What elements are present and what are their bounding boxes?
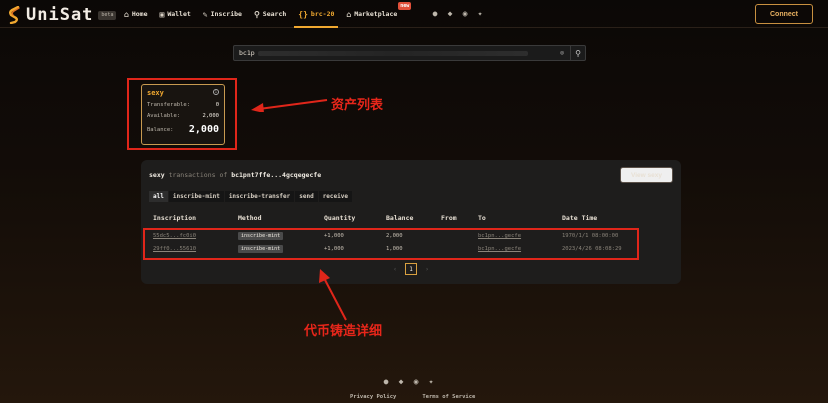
- tab-inscribe-transfer[interactable]: inscribe-transfer: [224, 191, 295, 202]
- discord-icon[interactable]: ◉: [411, 377, 421, 387]
- discord-icon[interactable]: ◉: [460, 9, 470, 19]
- github-icon[interactable]: ●: [381, 377, 391, 387]
- tab-receive[interactable]: receive: [318, 191, 352, 202]
- annotation-box-transactions: [143, 228, 639, 260]
- col-balance: Balance: [386, 214, 414, 222]
- balance-value: 2,000: [188, 124, 219, 135]
- nav-marketplace[interactable]: ⌂ Marketplace new: [346, 0, 412, 28]
- search-icon: ⚲: [253, 9, 260, 19]
- nav-inscribe[interactable]: ✎ Inscribe: [203, 0, 242, 28]
- marketplace-icon: ⌂: [346, 9, 352, 19]
- pagination: ‹ 1 ›: [389, 263, 433, 275]
- transactions-title: sexy transactions of bc1pnt7ffe...4gcqeg…: [149, 171, 321, 179]
- annotation-mint-detail: 代币铸造详细: [304, 324, 383, 339]
- annotation-asset-list: 资产列表: [331, 98, 384, 113]
- transactions-ticker: sexy: [149, 171, 165, 179]
- available-label: Available:: [147, 113, 181, 119]
- logo-text: UniSat: [26, 5, 94, 25]
- nav-wallet[interactable]: ▣ Wallet: [159, 0, 190, 28]
- privacy-policy-link[interactable]: Privacy Policy: [350, 394, 396, 400]
- col-inscription: Inscription: [153, 214, 197, 222]
- col-quantity: Quantity: [324, 214, 356, 222]
- search-icon: ⚲: [575, 48, 581, 58]
- prev-page-icon[interactable]: ‹: [389, 266, 401, 273]
- tab-send[interactable]: send: [295, 191, 318, 202]
- github-icon[interactable]: ●: [430, 9, 440, 19]
- method-tabs: all inscribe-mint inscribe-transfer send…: [149, 191, 353, 202]
- nav-brc20[interactable]: {} brc-20: [294, 0, 339, 28]
- next-page-icon[interactable]: ›: [421, 266, 433, 273]
- nav-marketplace-label: Marketplace: [354, 10, 398, 18]
- info-icon[interactable]: i: [213, 89, 219, 95]
- search-bar: ⊗ ⚲: [233, 45, 586, 61]
- search-button[interactable]: ⚲: [570, 46, 585, 60]
- nav-search-label: Search: [262, 10, 287, 18]
- balance-row: Balance: 2,000: [147, 124, 219, 135]
- available-row: Available: 2,000: [147, 113, 219, 119]
- nav-wallet-label: Wallet: [167, 10, 191, 18]
- terms-of-service-link[interactable]: Terms of Service: [422, 394, 475, 400]
- main-nav: ⌂ Home ▣ Wallet ✎ Inscribe ⚲ Search {} b…: [124, 0, 412, 28]
- unisat-logo-icon: [9, 6, 20, 24]
- transactions-address: bc1pnt7ffe...4gcqegecfe: [231, 171, 322, 179]
- annotation-arrow-up: [319, 269, 347, 321]
- balance-label: Balance:: [147, 126, 174, 133]
- tab-all[interactable]: all: [149, 191, 168, 202]
- nav-brc20-label: brc-20: [310, 10, 335, 18]
- footer-links: Privacy Policy Terms of Service: [350, 394, 501, 400]
- page-number-current[interactable]: 1: [405, 263, 417, 275]
- nav-home-label: Home: [131, 10, 148, 18]
- gitbook-icon[interactable]: ◆: [445, 9, 455, 19]
- search-blurred-text: [258, 51, 528, 56]
- transactions-title-text: transactions of: [164, 171, 232, 179]
- transferable-row: Transferable: 0: [147, 102, 219, 108]
- home-icon: ⌂: [124, 9, 129, 19]
- brc20-icon: {}: [298, 9, 308, 19]
- available-value: 2,000: [202, 113, 219, 119]
- inscribe-icon: ✎: [202, 9, 208, 19]
- asset-card[interactable]: sexy i Transferable: 0 Available: 2,000 …: [141, 84, 225, 145]
- col-date-time: Date Time: [562, 214, 598, 222]
- tab-inscribe-mint[interactable]: inscribe-mint: [168, 191, 224, 202]
- beta-badge: beta: [98, 10, 117, 20]
- footer-social-links: ● ◆ ◉ ✦: [381, 377, 441, 387]
- col-to: To: [478, 214, 486, 222]
- transferable-value: 0: [215, 102, 219, 108]
- twitter-icon[interactable]: ✦: [426, 377, 436, 387]
- twitter-icon[interactable]: ✦: [475, 9, 485, 19]
- gitbook-icon[interactable]: ◆: [396, 377, 406, 387]
- nav-home[interactable]: ⌂ Home: [124, 0, 147, 28]
- annotation-arrow-left: [251, 99, 328, 112]
- nav-search[interactable]: ⚲ Search: [254, 0, 286, 28]
- nav-inscribe-label: Inscribe: [210, 10, 242, 18]
- asset-ticker: sexy: [147, 89, 164, 97]
- view-ticker-button[interactable]: View sexy: [620, 167, 673, 183]
- col-method: Method: [238, 214, 262, 222]
- logo[interactable]: UniSat beta: [8, 5, 117, 25]
- clear-icon[interactable]: ⊗: [557, 49, 567, 57]
- transferable-label: Transferable:: [147, 102, 191, 108]
- header-social-links: ● ◆ ◉ ✦: [430, 9, 490, 19]
- col-from: From: [441, 214, 457, 222]
- connect-button[interactable]: Connect: [755, 4, 813, 24]
- new-badge: new: [398, 2, 412, 10]
- top-nav-bar: UniSat beta ⌂ Home ▣ Wallet ✎ Inscribe ⚲…: [0, 0, 828, 28]
- transactions-panel: sexy transactions of bc1pnt7ffe...4gcqeg…: [141, 160, 681, 284]
- wallet-icon: ▣: [159, 9, 165, 19]
